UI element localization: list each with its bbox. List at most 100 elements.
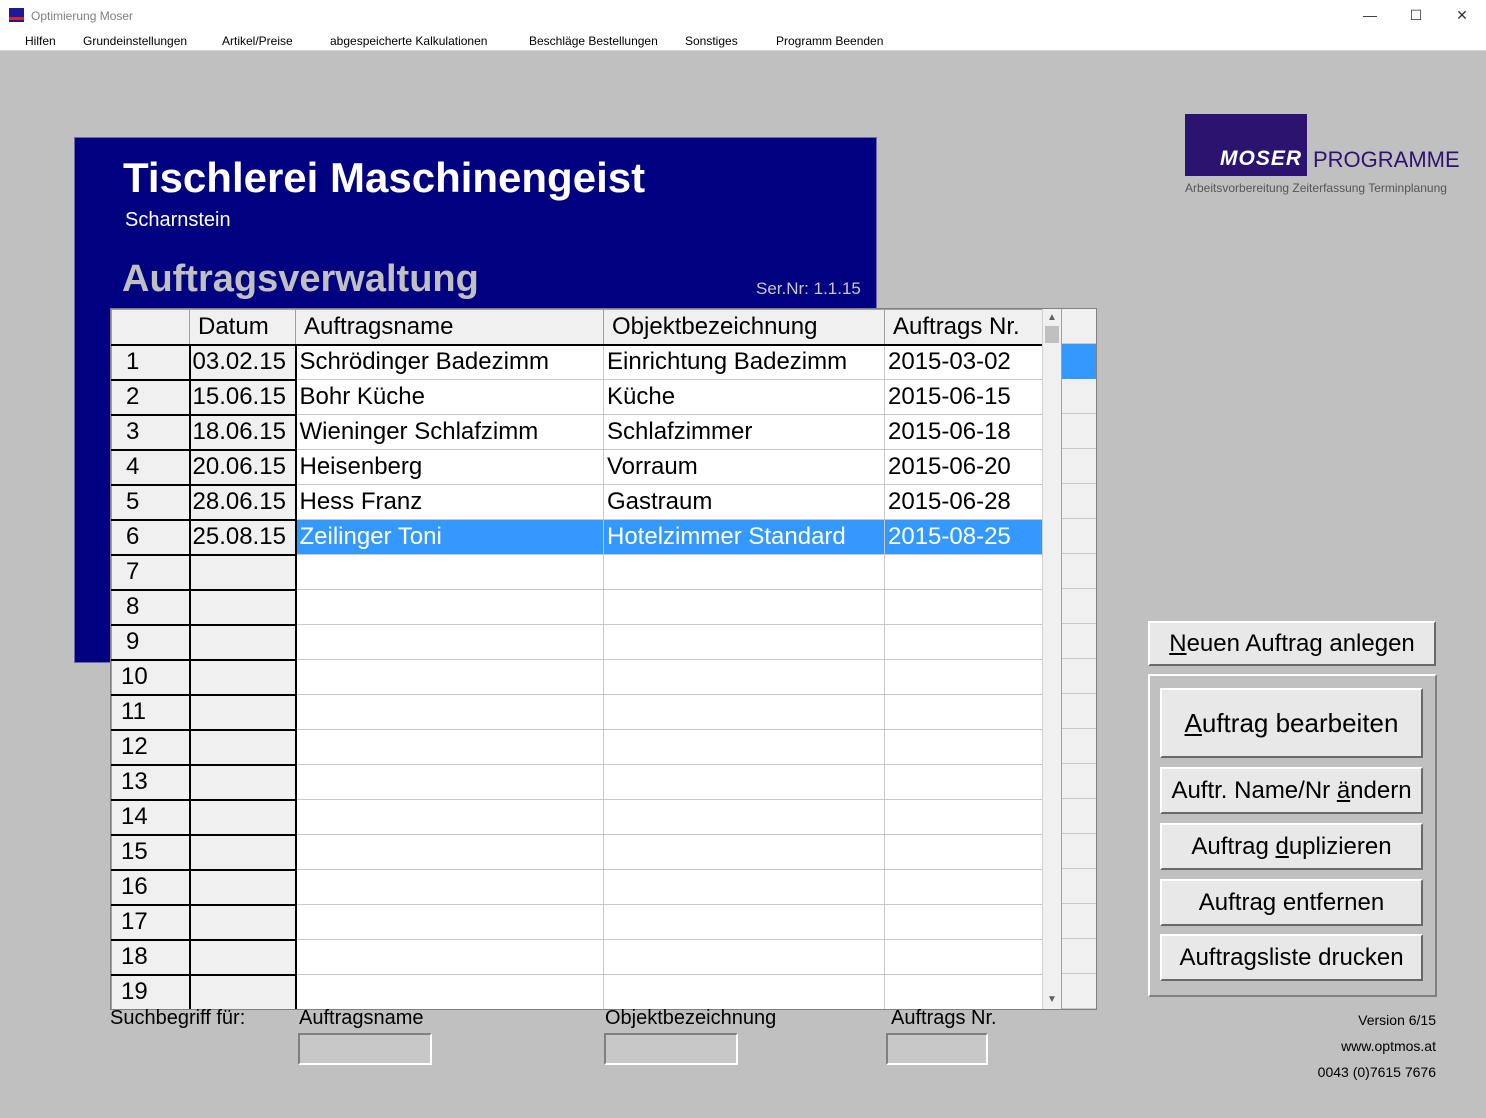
cell-objektbezeichnung[interactable]: Gastraum [603, 484, 885, 520]
close-button[interactable]: ✕ [1439, 0, 1485, 31]
rename-order-button[interactable]: Auftr. Name/Nr ändern [1160, 767, 1423, 814]
cell-auftragsname[interactable] [295, 974, 604, 1009]
cell-datum[interactable] [189, 589, 297, 626]
cell-datum[interactable]: 28.06.15 [189, 484, 297, 521]
cell-auftragsname[interactable] [295, 764, 604, 800]
table-row[interactable]: 3 18.06.15 Wieninger Schlafzimm Schlafzimme… [111, 414, 1043, 451]
row-number[interactable]: 11 [111, 694, 191, 731]
row-number[interactable]: 18 [111, 939, 191, 976]
cell-objektbezeichnung[interactable] [603, 834, 885, 870]
header-datum[interactable]: Datum [189, 309, 296, 346]
row-number[interactable]: 17 [111, 904, 191, 941]
cell-auftragsnr[interactable] [884, 764, 1043, 800]
cell-auftragsnr[interactable] [884, 904, 1043, 940]
scroll-thumb[interactable] [1045, 326, 1059, 343]
cell-auftragsnr[interactable]: 2015-03-02 [884, 344, 1043, 380]
cell-auftragsnr[interactable] [884, 694, 1043, 730]
cell-objektbezeichnung[interactable] [603, 974, 885, 1009]
vertical-scrollbar[interactable]: ▲ ▼ [1042, 309, 1061, 1009]
cell-auftragsname[interactable] [295, 869, 604, 905]
cell-datum[interactable] [189, 554, 297, 591]
row-number[interactable]: 16 [111, 869, 191, 906]
cell-objektbezeichnung[interactable] [603, 764, 885, 800]
row-number[interactable]: 3 [111, 414, 191, 451]
search-input-auftragsnr[interactable] [886, 1033, 988, 1065]
cell-auftragsname[interactable] [295, 659, 604, 695]
cell-datum[interactable] [189, 904, 297, 941]
row-number[interactable]: 8 [111, 589, 191, 626]
cell-objektbezeichnung[interactable]: Einrichtung Badezimm [603, 344, 885, 380]
table-row[interactable]: 17 [111, 904, 1043, 941]
cell-objektbezeichnung[interactable] [603, 869, 885, 905]
table-row[interactable]: 10 [111, 659, 1043, 696]
cell-objektbezeichnung[interactable] [603, 624, 885, 660]
row-number[interactable]: 15 [111, 834, 191, 871]
cell-datum[interactable]: 25.08.15 [189, 519, 297, 556]
cell-objektbezeichnung[interactable] [603, 694, 885, 730]
row-number[interactable]: 14 [111, 799, 191, 836]
cell-auftragsnr[interactable]: 2015-06-15 [884, 379, 1043, 415]
cell-auftragsname[interactable] [295, 624, 604, 660]
cell-objektbezeichnung[interactable]: Vorraum [603, 449, 885, 485]
row-number[interactable]: 1 [111, 344, 191, 381]
row-number[interactable]: 13 [111, 764, 191, 801]
cell-auftragsnr[interactable]: 2015-06-20 [884, 449, 1043, 485]
cell-datum[interactable] [189, 764, 297, 801]
cell-auftragsname[interactable] [295, 694, 604, 730]
cell-datum[interactable]: 15.06.15 [189, 379, 297, 416]
cell-objektbezeichnung[interactable] [603, 799, 885, 835]
print-list-button[interactable]: Auftragsliste drucken [1160, 934, 1423, 981]
cell-datum[interactable] [189, 624, 297, 661]
orders-grid[interactable]: Datum Auftragsname Objektbezeichnung Auf… [110, 308, 1097, 1010]
table-row[interactable]: 4 20.06.15 Heisenberg Vorraum 2015-06-20 [111, 449, 1043, 486]
table-row[interactable]: 14 [111, 799, 1043, 836]
cell-auftragsnr[interactable] [884, 834, 1043, 870]
cell-auftragsname[interactable] [295, 799, 604, 835]
table-row[interactable]: 6 25.08.15 Zeilinger Toni Hotelzimmer Stand… [111, 519, 1043, 556]
scroll-up-icon[interactable]: ▲ [1043, 309, 1061, 326]
cell-objektbezeichnung[interactable]: Hotelzimmer Standard [603, 519, 885, 555]
delete-order-button[interactable]: Auftrag entfernen [1160, 879, 1423, 926]
header-auftragsname[interactable]: Auftragsname [295, 309, 604, 346]
cell-datum[interactable] [189, 729, 297, 766]
cell-auftragsname[interactable] [295, 834, 604, 870]
cell-objektbezeichnung[interactable] [603, 589, 885, 625]
cell-datum[interactable]: 20.06.15 [189, 449, 297, 486]
cell-auftragsnr[interactable] [884, 624, 1043, 660]
row-number[interactable]: 9 [111, 624, 191, 661]
menu-programm-beenden[interactable]: Programm Beenden [776, 34, 883, 48]
cell-auftragsname[interactable]: Wieninger Schlafzimm [295, 414, 604, 450]
table-row[interactable]: 18 [111, 939, 1043, 976]
cell-auftragsname[interactable] [295, 939, 604, 975]
cell-auftragsname[interactable] [295, 589, 604, 625]
new-order-button[interactable]: Neuen Auftrag anlegen [1148, 621, 1436, 666]
cell-auftragsname[interactable] [295, 904, 604, 940]
cell-objektbezeichnung[interactable]: Schlafzimmer [603, 414, 885, 450]
menu-grundeinstellungen[interactable]: Grundeinstellungen [83, 34, 187, 48]
cell-auftragsnr[interactable] [884, 554, 1043, 590]
cell-objektbezeichnung[interactable] [603, 904, 885, 940]
cell-auftragsnr[interactable] [884, 869, 1043, 905]
menu-kalkulationen[interactable]: abgespeicherte Kalkulationen [330, 34, 487, 48]
minimize-button[interactable]: — [1347, 0, 1393, 31]
table-row[interactable]: 11 [111, 694, 1043, 731]
cell-auftragsname[interactable] [295, 554, 604, 590]
table-row[interactable]: 5 28.06.15 Hess Franz Gastraum 2015-06-28 [111, 484, 1043, 521]
cell-auftragsnr[interactable] [884, 939, 1043, 975]
cell-auftragsnr[interactable] [884, 729, 1043, 765]
cell-datum[interactable] [189, 869, 297, 906]
menu-beschlaege[interactable]: Beschläge Bestellungen [529, 34, 658, 48]
table-row[interactable]: 13 [111, 764, 1043, 801]
cell-datum[interactable]: 18.06.15 [189, 414, 297, 451]
table-row[interactable]: 15 [111, 834, 1043, 871]
header-auftragsnr[interactable]: Auftrags Nr. [884, 309, 1043, 346]
table-row[interactable]: 12 [111, 729, 1043, 766]
table-row[interactable]: 19 [111, 974, 1043, 1009]
search-input-objektbezeichnung[interactable] [604, 1033, 738, 1065]
row-number[interactable]: 7 [111, 554, 191, 591]
scroll-down-icon[interactable]: ▼ [1043, 991, 1061, 1008]
edit-order-button[interactable]: Auftrag bearbeiten [1160, 688, 1423, 758]
cell-objektbezeichnung[interactable] [603, 659, 885, 695]
cell-auftragsnr[interactable]: 2015-06-28 [884, 484, 1043, 520]
cell-datum[interactable] [189, 799, 297, 836]
